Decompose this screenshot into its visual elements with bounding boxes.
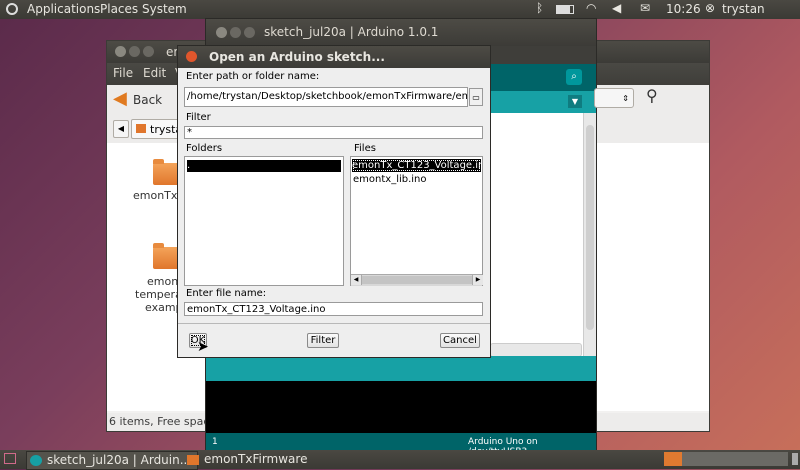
dialog-titlebar[interactable]: Open an Arduino sketch... xyxy=(178,46,490,68)
dialog-separator xyxy=(178,323,490,324)
close-icon[interactable] xyxy=(115,46,126,57)
taskbar-item-files[interactable]: emonTxFirmware xyxy=(184,451,354,468)
path-left-arrow[interactable]: ◀ xyxy=(113,120,129,138)
close-icon[interactable] xyxy=(216,27,227,38)
mail-icon[interactable]: ✉ xyxy=(640,1,650,15)
top-panel: Applications Places System ᛒ ◠ ◀ ✉ 10:26… xyxy=(0,0,800,19)
dialog-title: Open an Arduino sketch... xyxy=(209,50,385,64)
status-text: 6 items, Free space xyxy=(109,415,217,428)
arduino-title: sketch_jul20a | Arduino 1.0.1 xyxy=(264,25,439,39)
folder-icon xyxy=(187,455,199,465)
serial-monitor-icon[interactable]: ⌕ xyxy=(566,69,582,85)
folder-label-line[interactable]: emon xyxy=(147,275,178,288)
user-name[interactable]: trystan xyxy=(722,2,765,16)
bluetooth-icon[interactable]: ᛒ xyxy=(536,1,543,15)
path-label: Enter path or folder name: xyxy=(186,71,320,82)
line-number: 1 xyxy=(212,437,218,447)
open-sketch-dialog: Open an Arduino sketch... Enter path or … xyxy=(177,45,491,358)
back-button[interactable]: Back xyxy=(133,93,162,107)
filename-input[interactable]: emonTx_CT123_Voltage.ino xyxy=(184,302,483,316)
folder-icon xyxy=(136,124,146,133)
volume-icon[interactable]: ◀ xyxy=(612,1,621,15)
menu-edit[interactable]: Edit xyxy=(143,66,166,80)
tab-menu-icon[interactable]: ▼ xyxy=(568,95,582,108)
menu-applications[interactable]: Applications xyxy=(27,2,100,16)
mouse-cursor-icon: ➤ xyxy=(197,339,209,355)
back-arrow-icon[interactable]: ◀ xyxy=(113,90,127,108)
taskbar-label: emonTxFirmware xyxy=(204,452,308,466)
cancel-button[interactable]: Cancel xyxy=(440,333,480,348)
battery-icon[interactable] xyxy=(556,5,574,14)
folder-label[interactable]: emonTx_ xyxy=(133,189,183,202)
trash-icon[interactable] xyxy=(792,453,798,465)
clock[interactable]: 10:26 xyxy=(666,2,701,16)
maximize-icon[interactable] xyxy=(244,27,255,38)
folder-label-line[interactable]: tempera xyxy=(135,288,182,301)
path-input[interactable]: /home/trystan/Desktop/sketchbook/emonTxF… xyxy=(184,87,468,107)
taskbar-item-arduino[interactable]: sketch_jul20a | Arduin... xyxy=(26,451,198,470)
files-hscrollbar[interactable]: ◀ ▶ xyxy=(351,274,483,286)
scroll-thumb[interactable] xyxy=(362,276,472,284)
close-icon[interactable] xyxy=(186,51,197,62)
arduino-statusbar: 1 Arduino Uno on /dev/ttyUSB3 xyxy=(206,435,596,457)
filter-input[interactable]: * xyxy=(184,126,483,139)
filename-label: Enter file name: xyxy=(186,288,267,299)
search-icon[interactable]: ⚲ xyxy=(646,86,658,105)
arduino-icon xyxy=(30,455,42,466)
editor-hscrollbar[interactable] xyxy=(490,343,582,357)
path-browse-button[interactable]: ▭ xyxy=(469,88,483,106)
show-desktop-icon[interactable] xyxy=(4,453,16,464)
scroll-left-arrow[interactable]: ◀ xyxy=(351,275,362,285)
file-item[interactable]: emontx_lib.ino xyxy=(353,174,427,185)
files-label: Files xyxy=(354,143,376,154)
path-crumb[interactable]: trystan xyxy=(131,119,189,139)
editor-vscrollbar[interactable] xyxy=(583,113,596,356)
files-list[interactable]: emonTx_CT123_Voltage.ino emontx_lib.ino … xyxy=(350,156,483,286)
minimize-icon[interactable] xyxy=(129,46,140,57)
power-icon[interactable]: ⊗ xyxy=(705,1,715,15)
folders-list[interactable]: . xyxy=(184,156,344,286)
menu-file[interactable]: File xyxy=(113,66,133,80)
menu-places[interactable]: Places xyxy=(100,2,138,16)
arduino-titlebar[interactable]: sketch_jul20a | Arduino 1.0.1 xyxy=(206,19,596,46)
menu-system[interactable]: System xyxy=(142,2,187,16)
filter-button[interactable]: Filter xyxy=(307,333,339,348)
file-item-selected[interactable]: emonTx_CT123_Voltage.ino xyxy=(352,159,481,172)
maximize-icon[interactable] xyxy=(143,46,154,57)
console xyxy=(206,381,596,433)
wifi-icon[interactable]: ◠ xyxy=(586,1,596,15)
scroll-thumb[interactable] xyxy=(586,125,594,330)
bottom-panel: sketch_jul20a | Arduin... emonTxFirmware xyxy=(0,450,800,470)
folder-item[interactable]: . xyxy=(187,160,341,172)
folder-icon[interactable] xyxy=(153,243,179,269)
scroll-right-arrow[interactable]: ▶ xyxy=(472,275,483,285)
workspace-switcher[interactable] xyxy=(664,452,788,466)
folder-icon[interactable] xyxy=(153,159,179,185)
view-selector[interactable]: ⇕ xyxy=(594,88,634,108)
folders-label: Folders xyxy=(186,143,223,154)
message-area xyxy=(206,356,596,381)
minimize-icon[interactable] xyxy=(230,27,241,38)
ubuntu-logo-icon[interactable] xyxy=(6,3,18,15)
taskbar-label: sketch_jul20a | Arduin... xyxy=(47,453,192,467)
filter-label: Filter xyxy=(186,112,211,123)
